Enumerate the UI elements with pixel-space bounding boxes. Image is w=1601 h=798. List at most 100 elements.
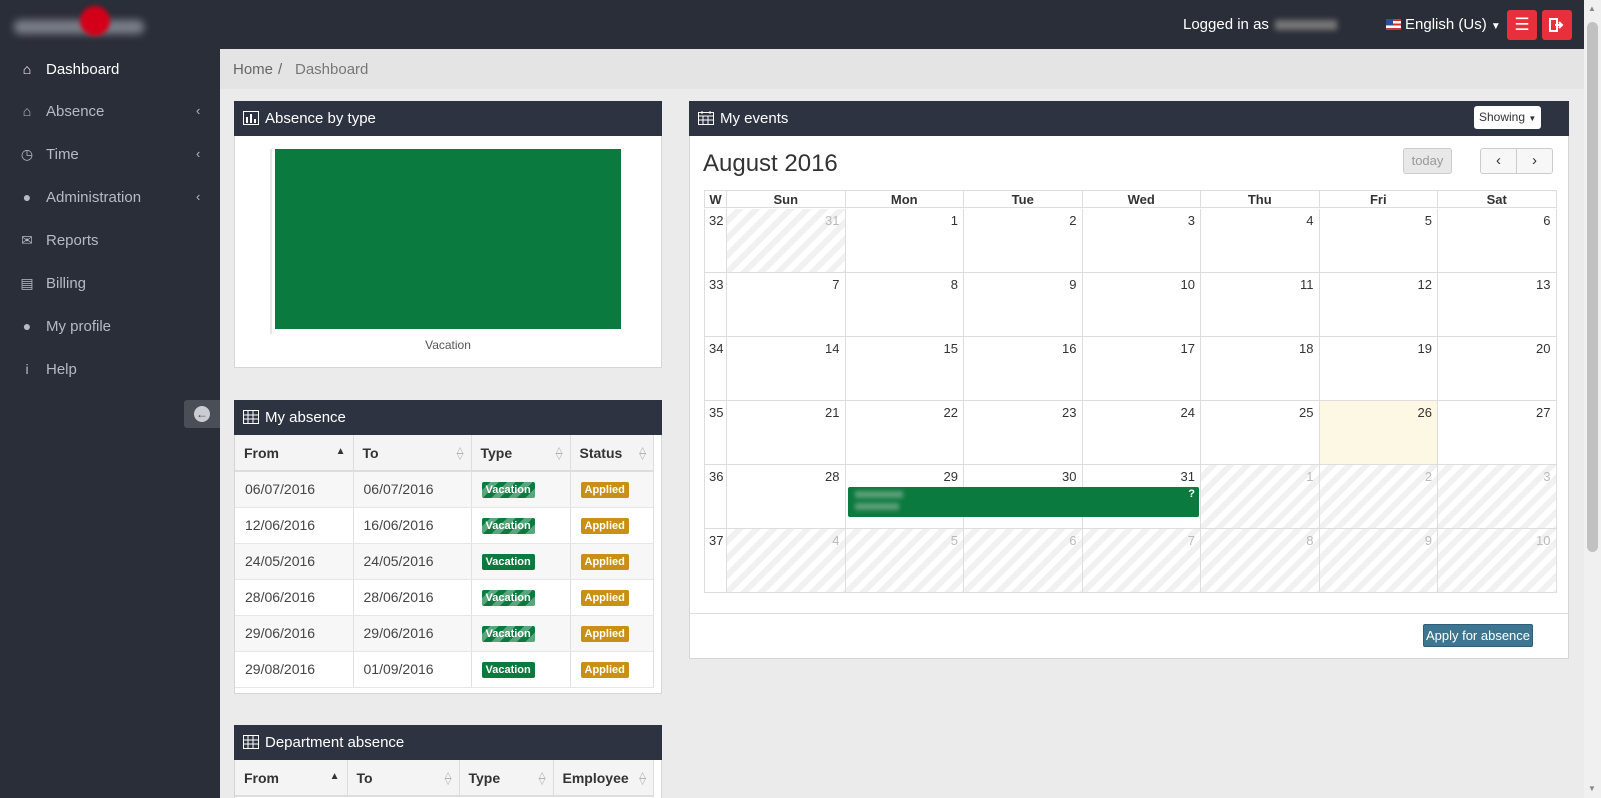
table-row[interactable]: 06/07/2016 06/07/2016 Vacation Applied bbox=[235, 471, 654, 508]
day-number: 23 bbox=[1062, 405, 1077, 420]
scroll-down-arrow[interactable]: ▼ bbox=[1588, 784, 1596, 793]
cell-to: 06/07/2016 bbox=[353, 471, 472, 508]
calendar-day-cell[interactable]: 9 bbox=[1319, 529, 1438, 593]
sidebar-item-reports[interactable]: ✉ Reports bbox=[0, 221, 220, 261]
calendar-day-cell[interactable]: 3 bbox=[1438, 465, 1557, 529]
column-header-type[interactable]: Type △ ▽ bbox=[459, 760, 554, 797]
calendar-icon bbox=[698, 111, 714, 125]
calendar-day-cell[interactable]: 31 bbox=[727, 209, 846, 273]
calendar-day-cell[interactable]: 8 bbox=[1201, 529, 1320, 593]
today-button[interactable]: today bbox=[1403, 148, 1452, 174]
calendar-day-cell[interactable]: 2 bbox=[1319, 465, 1438, 529]
sidebar-collapse-button[interactable]: ← bbox=[184, 400, 220, 428]
day-number: 9 bbox=[1069, 277, 1077, 292]
calendar-day-cell[interactable]: 5 bbox=[845, 529, 964, 593]
prev-month-button[interactable]: ‹ bbox=[1480, 148, 1517, 174]
calendar-day-cell[interactable]: 26 bbox=[1319, 401, 1438, 465]
company-logo[interactable] bbox=[14, 6, 144, 44]
calendar-day-cell[interactable]: 8 bbox=[845, 273, 964, 337]
calendar-day-cell[interactable]: 21 bbox=[727, 401, 846, 465]
table-row[interactable]: 29/08/2016 01/09/2016 Vacation Applied bbox=[235, 651, 654, 688]
sidebar-item-my-profile[interactable]: ● My profile bbox=[0, 307, 220, 347]
sidebar-item-time[interactable]: ◷ Time ‹ bbox=[0, 135, 220, 175]
table-row[interactable]: 24/05/2016 24/05/2016 Vacation Applied bbox=[235, 543, 654, 580]
calendar-day-cell[interactable]: 7 bbox=[727, 273, 846, 337]
day-number: 21 bbox=[825, 405, 840, 420]
calendar-event[interactable]: ? bbox=[847, 487, 1199, 517]
calendar-day-cell[interactable]: 4 bbox=[1201, 209, 1320, 273]
column-header-type[interactable]: Type △ ▽ bbox=[471, 435, 571, 472]
calendar-day-cell[interactable]: 1 bbox=[845, 209, 964, 273]
column-header-from[interactable]: From ▲ bbox=[235, 760, 348, 797]
calendar-day-cell[interactable]: 23 bbox=[964, 401, 1083, 465]
sidebar-item-dashboard[interactable]: ⌂ Dashboard bbox=[0, 50, 220, 90]
sidebar-item-billing[interactable]: ▤ Billing bbox=[0, 264, 220, 304]
calendar-day-cell[interactable]: 2 bbox=[964, 209, 1083, 273]
sort-icon: △ ▽ bbox=[456, 445, 464, 461]
day-number: 4 bbox=[1306, 213, 1314, 228]
sidebar-item-label: Help bbox=[46, 361, 77, 378]
column-header-from[interactable]: From ▲ bbox=[235, 435, 354, 472]
calendar-day-cell[interactable]: 10 bbox=[1438, 529, 1557, 593]
calendar-day-cell[interactable]: 24 bbox=[1082, 401, 1201, 465]
user-name-redacted bbox=[1274, 20, 1337, 31]
breadcrumb-home[interactable]: Home bbox=[233, 61, 273, 78]
absence-by-type-panel: Absence by type Vacation bbox=[234, 101, 662, 368]
apply-for-absence-button[interactable]: Apply for absence bbox=[1423, 624, 1533, 647]
calendar-day-cell[interactable]: 12 bbox=[1319, 273, 1438, 337]
top-bar: Logged in as English (Us) ▼ ☰ bbox=[0, 0, 1584, 49]
calendar-day-cell[interactable]: 7 bbox=[1082, 529, 1201, 593]
calendar-day-cell[interactable]: 25 bbox=[1201, 401, 1320, 465]
logout-button[interactable] bbox=[1542, 10, 1572, 40]
calendar-day-cell[interactable]: 18 bbox=[1201, 337, 1320, 401]
calendar-day-cell[interactable]: 27 bbox=[1438, 401, 1557, 465]
breadcrumb: Home / Dashboard bbox=[220, 49, 1584, 89]
column-header-to[interactable]: To △ ▽ bbox=[347, 760, 460, 797]
showing-dropdown[interactable]: Showing ▼ bbox=[1474, 106, 1541, 129]
week-number-cell: 36 bbox=[704, 465, 727, 529]
day-header-thu: Thu bbox=[1201, 190, 1320, 208]
column-header-employee[interactable]: Employee △ ▽ bbox=[553, 760, 654, 797]
week-number: 34 bbox=[709, 341, 724, 356]
calendar-day-cell[interactable]: 5 bbox=[1319, 209, 1438, 273]
calendar-day-cell[interactable]: 11 bbox=[1201, 273, 1320, 337]
sidebar-item-help[interactable]: i Help bbox=[0, 350, 220, 390]
table-row[interactable]: 29/06/2016 29/06/2016 Vacation Applied bbox=[235, 615, 654, 652]
calendar-day-cell[interactable]: 17 bbox=[1082, 337, 1201, 401]
column-header-to[interactable]: To △ ▽ bbox=[353, 435, 472, 472]
column-header-status[interactable]: Status △ ▽ bbox=[570, 435, 654, 472]
status-badge: Applied bbox=[580, 626, 629, 642]
calendar-day-cell[interactable]: 13 bbox=[1438, 273, 1557, 337]
event-status-marker: ? bbox=[1188, 488, 1195, 500]
next-month-button[interactable]: › bbox=[1516, 148, 1553, 174]
calendar-day-cell[interactable]: 9 bbox=[964, 273, 1083, 337]
scroll-up-arrow[interactable]: ▲ bbox=[1588, 4, 1596, 13]
day-header-tue: Tue bbox=[964, 190, 1083, 208]
cell-to: 29/06/2016 bbox=[353, 615, 472, 652]
calendar-day-cell[interactable]: 20 bbox=[1438, 337, 1557, 401]
page-scrollbar[interactable]: ▲ ▼ bbox=[1584, 0, 1601, 798]
home-icon: ⌂ bbox=[22, 103, 32, 119]
type-badge: Vacation bbox=[481, 626, 535, 642]
calendar-day-cell[interactable]: 6 bbox=[1438, 209, 1557, 273]
calendar-day-cell[interactable]: 19 bbox=[1319, 337, 1438, 401]
table-row[interactable]: 28/06/2016 28/06/2016 Vacation Applied bbox=[235, 579, 654, 616]
sidebar-item-absence[interactable]: ⌂ Absence ‹ bbox=[0, 92, 220, 132]
language-selector[interactable]: English (Us) ▼ bbox=[1386, 16, 1501, 33]
sidebar-item-administration[interactable]: ● Administration ‹ bbox=[0, 178, 220, 218]
menu-button[interactable]: ☰ bbox=[1507, 10, 1537, 40]
calendar-day-cell[interactable]: 4 bbox=[727, 529, 846, 593]
calendar-day-cell[interactable]: 14 bbox=[727, 337, 846, 401]
calendar-day-cell[interactable]: 16 bbox=[964, 337, 1083, 401]
calendar-day-cell[interactable]: 15 bbox=[845, 337, 964, 401]
table-row[interactable]: 12/06/2016 16/06/2016 Vacation Applied bbox=[235, 507, 654, 544]
scrollbar-thumb[interactable] bbox=[1587, 22, 1598, 552]
week-number-cell: 34 bbox=[704, 337, 727, 401]
calendar-day-cell[interactable]: 1 bbox=[1201, 465, 1320, 529]
calendar-day-cell[interactable]: 22 bbox=[845, 401, 964, 465]
calendar-day-cell[interactable]: 10 bbox=[1082, 273, 1201, 337]
calendar-day-cell[interactable]: 3 bbox=[1082, 209, 1201, 273]
calendar-day-cell[interactable]: 28 bbox=[727, 465, 846, 529]
chart-bar[interactable] bbox=[275, 149, 621, 329]
calendar-day-cell[interactable]: 6 bbox=[964, 529, 1083, 593]
